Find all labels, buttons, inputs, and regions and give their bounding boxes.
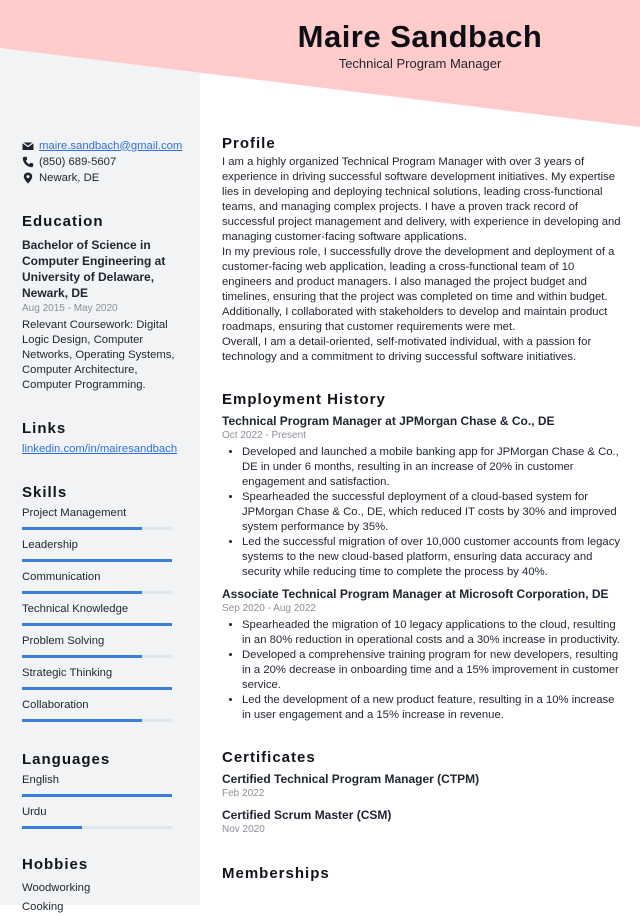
skill-item: Technical Knowledge: [22, 602, 182, 626]
skill-level-fill: [22, 559, 172, 562]
job-bullet: Led the development of a new product fea…: [242, 693, 622, 723]
envelope-icon: [22, 140, 34, 152]
education-heading: Education: [22, 213, 104, 230]
phone-number: (850) 689-5607: [39, 155, 117, 168]
candidate-title: Technical Program Manager: [338, 56, 502, 71]
skill-item: Communication: [22, 570, 182, 594]
skill-level-bar: [22, 623, 172, 626]
links-heading: Links: [22, 420, 67, 437]
hobby-item: Cooking: [22, 901, 64, 913]
contact-email: maire.sandbach@gmail.com: [22, 138, 182, 154]
sidebar: maire.sandbach@gmail.com (850) 689-5607 …: [22, 138, 182, 917]
skill-level-bar: [22, 719, 172, 722]
job-dates: Sep 2020 - Aug 2022: [222, 603, 316, 614]
language-item: English: [22, 773, 182, 797]
profile-heading: Profile: [222, 135, 276, 152]
skill-level-bar: [22, 687, 172, 690]
job-dates: Oct 2022 - Present: [222, 430, 306, 441]
job-bullet: Developed and launched a mobile banking …: [242, 445, 622, 490]
job-entry: Associate Technical Program Manager at M…: [222, 586, 622, 723]
job-bullet: Spearheaded the successful deployment of…: [242, 490, 622, 535]
skill-item: Project Management: [22, 506, 182, 530]
contact-location: Newark, DE: [22, 170, 182, 186]
location-text: Newark, DE: [39, 171, 100, 184]
language-label: Urdu: [22, 806, 47, 818]
language-label: English: [22, 774, 60, 786]
certificate-title: Certified Scrum Master (CSM): [222, 808, 392, 822]
certificate-entry: Certified Technical Program Manager (CTP…: [222, 771, 622, 801]
language-item: Urdu: [22, 805, 182, 829]
skill-label: Technical Knowledge: [22, 603, 129, 615]
skill-item: Leadership: [22, 538, 182, 562]
memberships-heading: Memberships: [222, 865, 330, 882]
language-level-fill: [22, 826, 82, 829]
skill-label: Collaboration: [22, 699, 89, 711]
links-section: Links linkedin.com/in/mairesandbach: [22, 419, 182, 457]
certificate-date: Feb 2022: [222, 788, 265, 799]
skill-level-fill: [22, 527, 142, 530]
linkedin-link[interactable]: linkedin.com/in/mairesandbach: [22, 442, 182, 457]
skill-label: Project Management: [22, 507, 127, 519]
education-section: Education Bachelor of Science in Compute…: [22, 212, 182, 393]
map-pin-icon: [22, 172, 34, 184]
certificate-title: Certified Technical Program Manager (CTP…: [222, 772, 480, 786]
skill-level-fill: [22, 591, 142, 594]
skills-heading: Skills: [22, 484, 68, 501]
languages-section: Languages English Urdu: [22, 750, 182, 829]
resume-header: Maire Sandbach Technical Program Manager: [200, 18, 640, 72]
main-content: Profile I am a highly organized Technica…: [222, 133, 622, 885]
phone-icon: [22, 156, 34, 168]
skills-section: Skills Project Management Leadership Commu…: [22, 483, 182, 722]
skill-label: Strategic Thinking: [22, 667, 113, 679]
job-title: Technical Program Manager at JPMorgan Ch…: [222, 414, 555, 428]
education-details: Relevant Coursework: Digital Logic Desig…: [22, 319, 175, 391]
skill-item: Collaboration: [22, 698, 182, 722]
skill-level-bar: [22, 655, 172, 658]
languages-heading: Languages: [22, 751, 111, 768]
profile-paragraph: In my previous role, I successfully drov…: [222, 246, 615, 333]
job-bullet: Developed a comprehensive training progr…: [242, 648, 622, 693]
memberships-section: Memberships: [222, 863, 622, 885]
contact-phone: (850) 689-5607: [22, 154, 182, 170]
email-link[interactable]: maire.sandbach@gmail.com: [39, 139, 182, 154]
skill-item: Strategic Thinking: [22, 666, 182, 690]
skill-level-bar: [22, 591, 172, 594]
hobby-item: Woodworking: [22, 882, 91, 894]
candidate-name: Maire Sandbach: [297, 19, 543, 54]
hobbies-section: Hobbies Woodworking Cooking: [22, 855, 182, 917]
job-entry: Technical Program Manager at JPMorgan Ch…: [222, 413, 622, 580]
skill-level-bar: [22, 527, 172, 530]
employment-section: Employment History Technical Program Man…: [222, 389, 622, 723]
skill-level-fill: [22, 687, 172, 690]
education-dates: Aug 2015 - May 2020: [22, 303, 118, 314]
language-level-bar: [22, 826, 172, 829]
profile-paragraph: Overall, I am a detail-oriented, self-mo…: [222, 336, 592, 363]
skill-level-bar: [22, 559, 172, 562]
certificates-section: Certificates Certified Technical Program…: [222, 747, 622, 837]
language-level-bar: [22, 794, 172, 797]
profile-paragraph: I am a highly organized Technical Progra…: [222, 156, 621, 243]
language-level-fill: [22, 794, 172, 797]
job-bullets: Developed and launched a mobile banking …: [222, 445, 622, 580]
employment-heading: Employment History: [222, 391, 386, 408]
skill-level-fill: [22, 623, 172, 626]
profile-section: Profile I am a highly organized Technica…: [222, 133, 622, 365]
job-title: Associate Technical Program Manager at M…: [222, 587, 609, 601]
certificates-heading: Certificates: [222, 749, 316, 766]
certificate-entry: Certified Scrum Master (CSM) Nov 2020: [222, 807, 622, 837]
contact-section: maire.sandbach@gmail.com (850) 689-5607 …: [22, 138, 182, 186]
skill-level-fill: [22, 719, 142, 722]
skill-label: Problem Solving: [22, 635, 105, 647]
skill-label: Leadership: [22, 539, 78, 551]
job-bullet: Led the successful migration of over 10,…: [242, 535, 622, 580]
skill-level-fill: [22, 655, 142, 658]
certificate-date: Nov 2020: [222, 824, 265, 835]
skill-label: Communication: [22, 571, 101, 583]
job-bullets: Spearheaded the migration of 10 legacy a…: [222, 618, 622, 723]
education-degree: Bachelor of Science in Computer Engineer…: [22, 238, 166, 300]
job-bullet: Spearheaded the migration of 10 legacy a…: [242, 618, 622, 648]
hobbies-heading: Hobbies: [22, 856, 89, 873]
skill-item: Problem Solving: [22, 634, 182, 658]
